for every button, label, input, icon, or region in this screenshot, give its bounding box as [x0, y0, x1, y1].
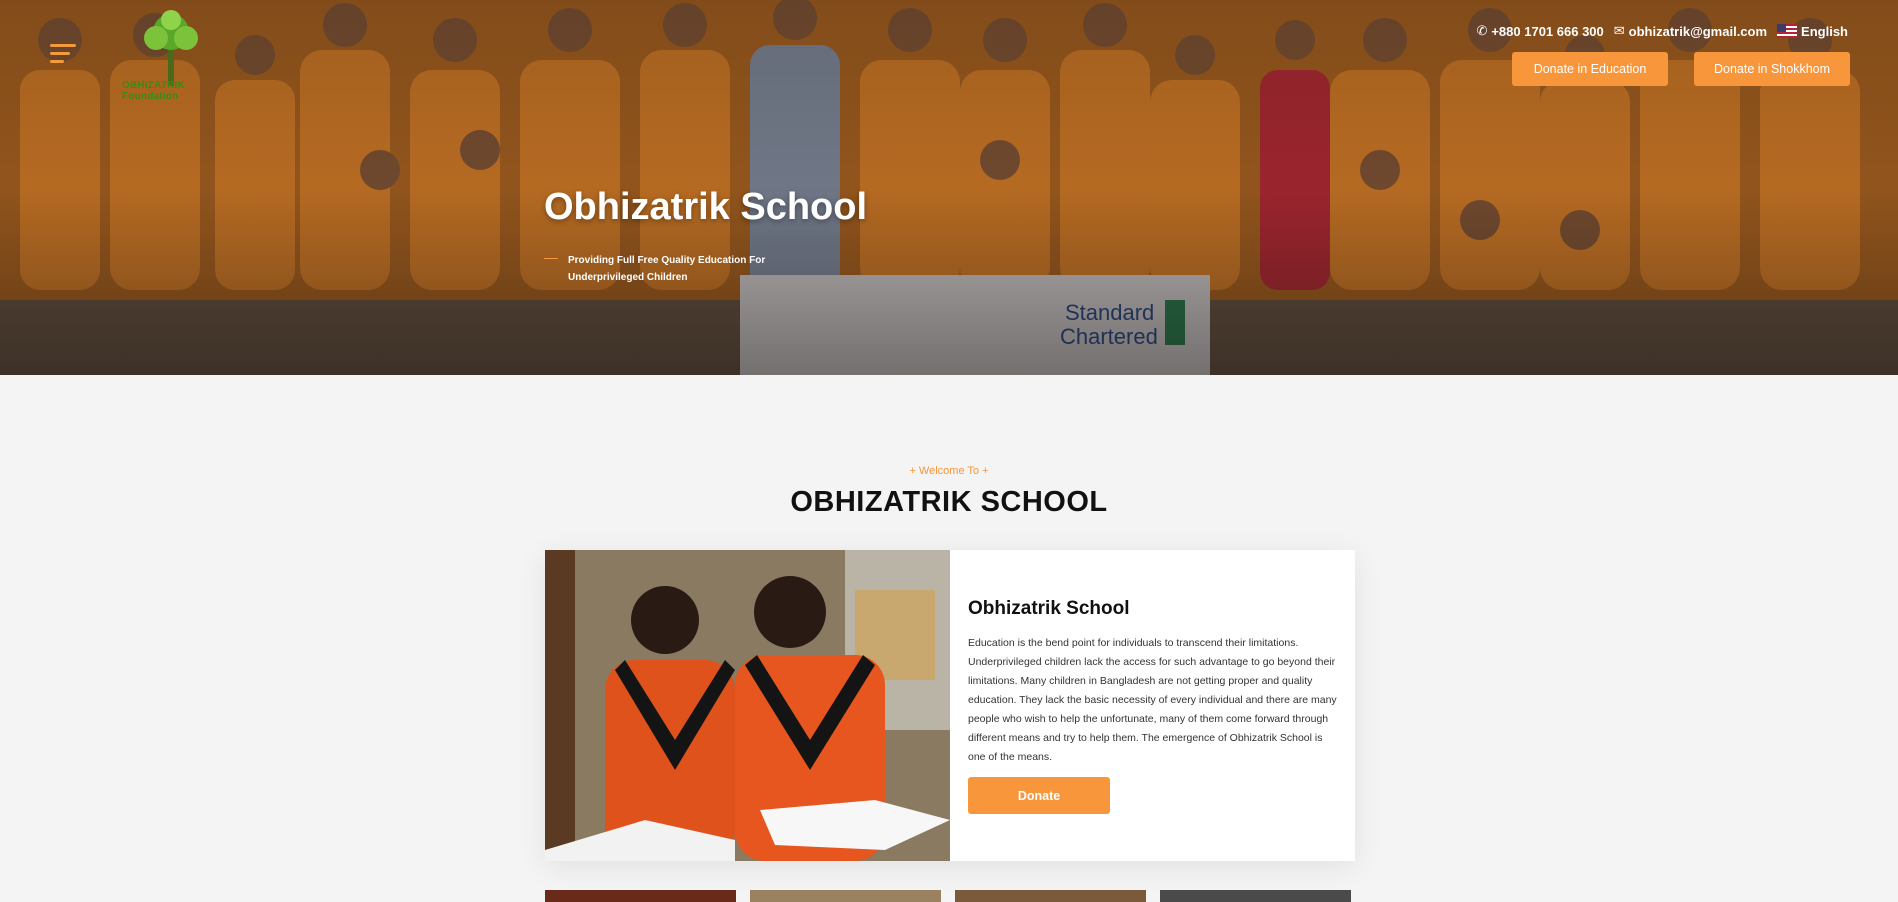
card-content: Obhizatrik School Education is the bend … — [968, 598, 1338, 814]
logo-text: OBHIZATRIK Foundation — [122, 80, 185, 102]
donate-education-button[interactable]: Donate in Education — [1512, 52, 1668, 86]
email-contact[interactable]: ✉ obhizatrik@gmail.com — [1614, 23, 1767, 39]
gallery-thumb[interactable] — [955, 890, 1146, 902]
top-contact-bar: ✆ +880 1701 666 300 ✉ obhizatrik@gmail.c… — [1476, 23, 1848, 39]
phone-contact[interactable]: ✆ +880 1701 666 300 — [1476, 23, 1603, 39]
card-title: Obhizatrik School — [968, 598, 1130, 619]
language-selector[interactable]: English — [1777, 24, 1848, 39]
hero-subtitle-block: Providing Full Free Quality Education Fo… — [544, 252, 844, 286]
phone-icon: ✆ — [1476, 23, 1488, 38]
hero-title: Obhizatrik School — [544, 186, 868, 228]
donate-shokkhom-button[interactable]: Donate in Shokkhom — [1694, 52, 1850, 86]
children-reading-photo — [545, 550, 950, 861]
menu-toggle-icon[interactable] — [50, 44, 76, 63]
us-flag-icon — [1777, 24, 1798, 38]
donate-button[interactable]: Donate — [968, 777, 1110, 814]
welcome-kicker: + Welcome To + — [909, 465, 989, 477]
section-title: OBHIZATRIK SCHOOL — [790, 486, 1108, 518]
card-description: Education is the bend point for individu… — [968, 637, 1337, 763]
email-address: obhizatrik@gmail.com — [1628, 23, 1768, 39]
gallery-preview-strip — [545, 890, 1355, 902]
envelope-icon: ✉ — [1613, 23, 1625, 38]
gallery-thumb[interactable] — [545, 890, 736, 902]
phone-number: +880 1701 666 300 — [1491, 23, 1604, 39]
gallery-thumb[interactable] — [1160, 890, 1351, 902]
school-card: Obhizatrik School Education is the bend … — [545, 550, 1355, 861]
hero-subtitle: Providing Full Free Quality Education Fo… — [568, 255, 766, 283]
gallery-thumb[interactable] — [750, 890, 941, 902]
subtitle-dash — [544, 258, 558, 259]
language-label: English — [1801, 23, 1848, 39]
